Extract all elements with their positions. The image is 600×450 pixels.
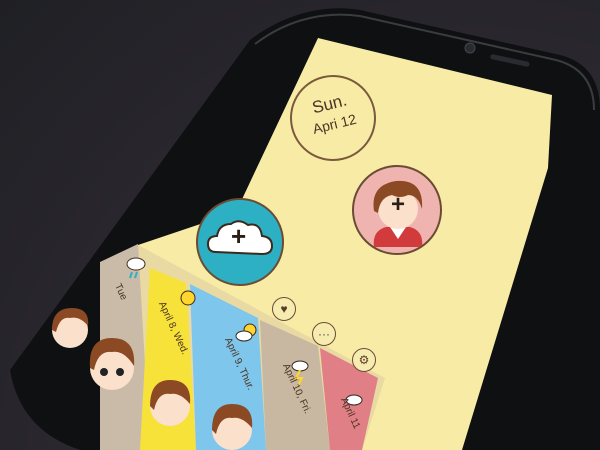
avatar-face (150, 380, 191, 426)
gear-icon: ⚙ (358, 353, 370, 367)
avatar-face (52, 308, 89, 348)
like-button[interactable]: ♥ (272, 297, 296, 321)
settings-button[interactable]: ⚙ (352, 348, 376, 372)
more-button[interactable]: ··· (312, 322, 336, 346)
heart-icon: ♥ (280, 302, 288, 316)
phone-device: Sun. Apri 12 + + Tue April 8, Wed. April… (0, 0, 600, 450)
avatar-face (89, 338, 135, 390)
more-icon: ··· (318, 327, 330, 341)
sun-icon (180, 290, 196, 306)
avatar-face (212, 404, 253, 450)
